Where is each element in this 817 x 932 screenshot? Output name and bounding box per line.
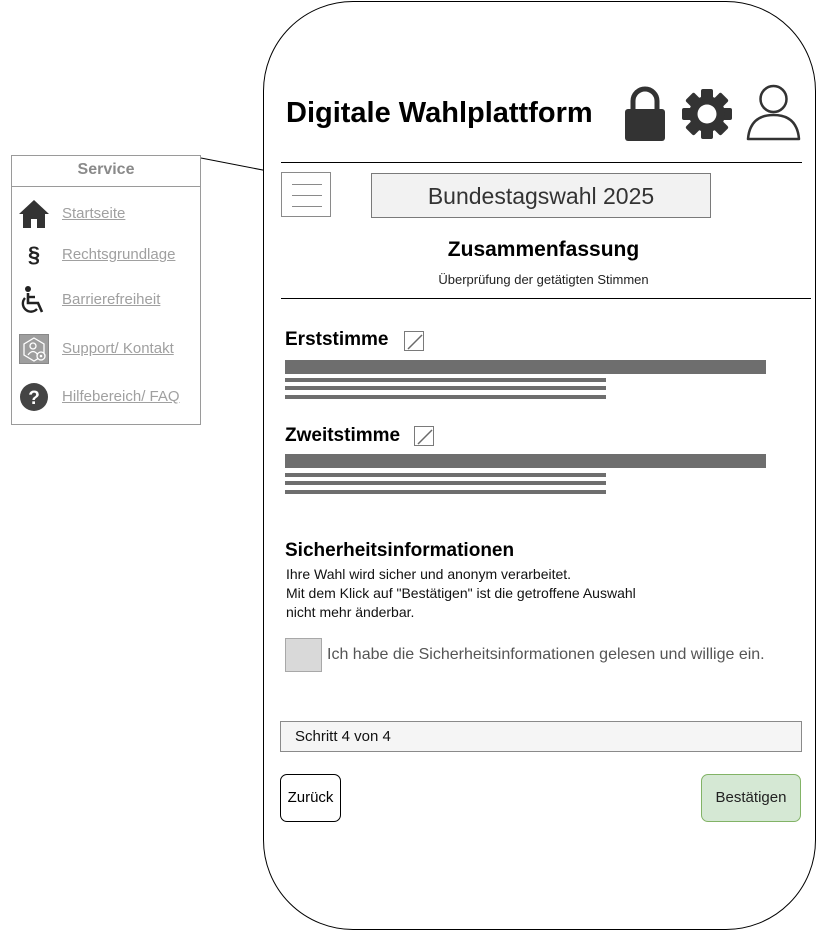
summary-subtitle: Überprüfung der getätigten Stimmen xyxy=(438,272,649,287)
app-title: Digitale Wahlplattform xyxy=(286,97,593,129)
service-item-barrierefreiheit[interactable]: Barrierefreiheit xyxy=(12,282,200,318)
summary-title: Zusammenfassung xyxy=(447,238,640,261)
second-vote-placeholder-line xyxy=(285,481,606,485)
consent-label[interactable]: Ich habe die Sicherheitsinformationen ge… xyxy=(327,646,765,664)
service-item-label[interactable]: Support/ Kontakt xyxy=(62,340,174,357)
service-item-label[interactable]: Rechtsgrundlage xyxy=(62,246,175,263)
wheelchair-icon xyxy=(18,284,50,316)
first-vote-placeholder-bar xyxy=(285,360,766,374)
service-item-label[interactable]: Barrierefreiheit xyxy=(62,291,160,308)
step-indicator: Schritt 4 von 4 xyxy=(280,721,802,752)
consent-checkbox[interactable] xyxy=(285,638,322,672)
service-item-support[interactable]: Support/ Kontakt xyxy=(12,331,200,367)
paragraph-icon: § xyxy=(27,242,41,267)
service-item-rechtsgrundlage[interactable]: § Rechtsgrundlage xyxy=(12,237,200,273)
second-vote-title: Zweitstimme xyxy=(285,425,401,446)
service-item-faq[interactable]: ? Hilfebereich/ FAQ xyxy=(12,379,200,415)
election-button[interactable]: Bundestagswahl 2025 xyxy=(371,173,711,218)
lock-icon[interactable] xyxy=(624,86,666,147)
support-icon xyxy=(18,333,50,365)
edit-second-vote-icon[interactable] xyxy=(414,426,434,446)
first-vote-placeholder-line xyxy=(285,395,606,399)
security-text-line: Mit dem Klick auf "Bestätigen" ist die g… xyxy=(286,585,636,601)
security-text-line: nicht mehr änderbar. xyxy=(286,604,415,620)
user-icon[interactable] xyxy=(746,84,801,146)
security-text-line: Ihre Wahl wird sicher und anonym verarbe… xyxy=(286,566,572,582)
service-item-label[interactable]: Hilfebereich/ FAQ xyxy=(62,388,180,405)
header-divider xyxy=(281,162,802,163)
second-vote-placeholder-line xyxy=(285,473,606,477)
back-button[interactable]: Zurück xyxy=(280,774,341,822)
second-vote-placeholder-bar xyxy=(285,454,766,468)
service-panel: Service Startseite § Rechtsgrundlage Bar… xyxy=(11,155,201,425)
home-icon xyxy=(18,198,50,230)
first-vote-title: Erststimme xyxy=(285,329,389,350)
menu-button[interactable] xyxy=(281,172,331,217)
edit-first-vote-icon[interactable] xyxy=(404,331,424,351)
gear-icon[interactable] xyxy=(681,88,733,145)
first-vote-placeholder-line xyxy=(285,378,606,382)
question-icon: ? xyxy=(18,381,50,413)
svg-text:?: ? xyxy=(28,388,40,409)
service-item-startseite[interactable]: Startseite xyxy=(12,196,200,232)
security-title: Sicherheitsinformationen xyxy=(285,540,515,561)
service-title: Service xyxy=(12,156,200,187)
first-vote-placeholder-line xyxy=(285,386,606,390)
second-vote-placeholder-line xyxy=(285,490,606,494)
confirm-button[interactable]: Bestätigen xyxy=(701,774,801,822)
summary-divider xyxy=(281,298,811,299)
service-item-label[interactable]: Startseite xyxy=(62,205,125,222)
